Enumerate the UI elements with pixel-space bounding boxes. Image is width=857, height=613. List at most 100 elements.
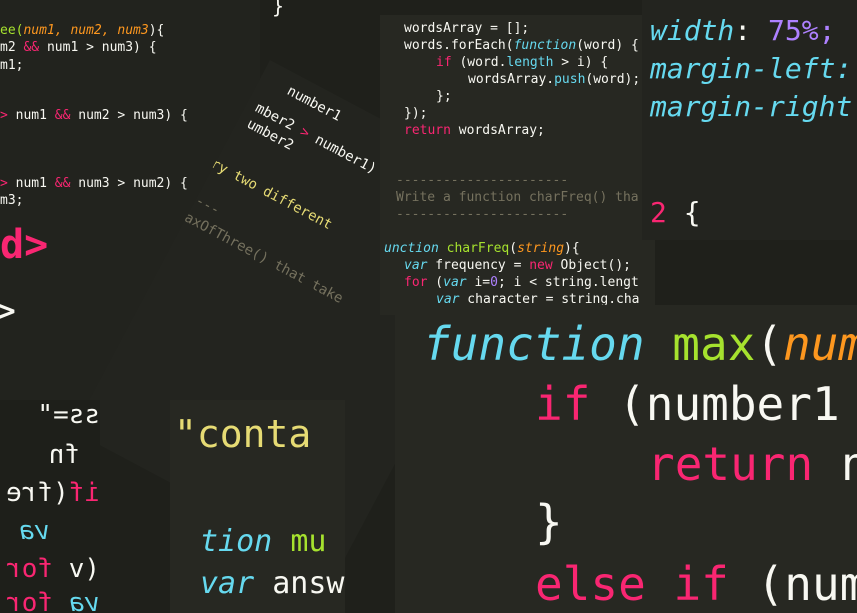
code-token: fn [48,440,80,470]
code-token: num2 > num3) { [70,108,188,123]
code-line: m1; [0,58,24,73]
code-token: n [840,437,857,491]
code-line: m2 && num1 > num3) { [0,40,157,55]
code-token: width [650,14,735,47]
code-token: num1 [15,108,55,123]
code-token: ee( [0,23,24,38]
code-token: if [673,557,729,611]
code-line: for (var i=0; i < string.lengt [404,275,639,290]
code-line: else if (num [535,557,857,611]
code-token: for [6,554,54,584]
code-token: ( [427,275,444,290]
code-token: if [535,377,591,431]
code-token: num [783,317,857,371]
code-line: > [0,288,17,334]
mirrored-code: fn if(fre va (v for va for ss=" [0,400,100,613]
code-line: var frequency = new Object(); [404,258,631,273]
code-line: > num1 && num2 > num3) { [0,108,188,123]
code-token: > [0,108,16,123]
code-token: var [443,275,467,290]
code-token: for [6,588,54,613]
code-brace: } [272,0,285,18]
code-token: ( [755,317,784,371]
code-token: (word. [451,55,507,70]
code-line: return wordsArray; [404,123,545,138]
code-token: mu [290,524,327,559]
code-line: ss=" [37,400,100,430]
code-line: tion mu [200,524,326,559]
code-line: }; [436,89,452,104]
code-token: (fre [6,478,69,508]
code-token: charFreq [446,241,510,256]
code-panel-top-center: wordsArray = []; words.forEach(function(… [380,15,655,315]
code-token: num1, num2, num3 [23,23,149,38]
code-line: unction charFreq(string){ [384,241,580,256]
code-line: va [18,516,50,546]
code-token: if [68,478,100,508]
code-token: > [0,176,16,191]
code-line: margin-left: [650,52,853,85]
code-token: 0 [490,275,498,290]
code-token: 75%; [768,14,836,47]
code-token: max [672,317,756,371]
code-token: (number1 [590,377,840,431]
code-token: else [535,557,674,611]
code-panel-bottom-left: fn if(fre va (v for va for ss=" [0,400,100,613]
code-line: words.forEach(function(word) { [404,38,639,53]
code-token: ( [509,241,518,256]
code-token: function [423,317,673,371]
code-line: m3; [0,193,24,208]
code-line: }); [404,106,428,121]
code-token: answ [254,566,345,601]
code-token: num1 > num3) { [39,40,157,55]
code-token: num1 [15,176,55,191]
code-line: wordsArray.push(word); [468,72,640,87]
code-token: return [404,123,451,138]
code-token: words.forEach( [404,38,514,53]
code-comment: ---------------------- [396,207,569,222]
code-line: ee(num1, num2, num3){ [0,23,164,38]
code-panel-bottom-mid: "conta tion mu var answ [170,400,345,613]
code-token: frequency = [427,258,530,273]
code-token: (word) { [576,38,639,53]
code-line: "conta [174,412,312,456]
code-token: return [647,437,814,491]
code-token: ){ [564,241,580,256]
code-token: var [200,566,255,601]
code-line: width: 75%; [650,14,835,47]
code-token: var [404,258,428,273]
code-panel-top-right: width: 75%; margin-left: margin-right 2 … [642,0,857,240]
code-token: i= [466,275,491,290]
code-token: ; i < string.lengt [497,275,639,290]
code-line: if(fre [6,478,100,508]
code-token: wordsArray. [468,72,555,87]
code-line: d> [0,222,48,268]
code-token: unction [384,241,447,256]
code-token: num3 > num2) { [70,176,188,191]
code-token: (word); [585,72,641,87]
code-line: (v for [6,554,100,584]
code-token: m2 [0,40,24,55]
code-token: (v [68,554,100,584]
code-comment: Write a function charFreq() tha [396,190,639,205]
code-token: (num [728,557,857,611]
code-token: for [404,275,428,290]
code-token: > i) { [553,55,609,70]
code-line: } [535,495,563,549]
code-line: var answ [200,566,345,601]
code-token: ){ [148,23,165,38]
code-token: va [68,588,100,613]
code-line: if (word.length > i) { [436,55,608,70]
code-token: new [529,258,553,273]
code-token: { [666,196,701,229]
code-token: : [734,14,769,47]
code-panel-bottom-right: function max(num if (number1 return n } … [395,305,857,613]
code-token: && [54,108,71,123]
code-token: push [554,72,586,87]
code-token: && [23,40,40,55]
code-line: if (number1 [535,377,840,431]
code-line: wordsArray = []; [404,21,530,36]
code-token: if [436,55,452,70]
code-token: tion [200,524,291,559]
code-line: function max(num [423,317,857,371]
